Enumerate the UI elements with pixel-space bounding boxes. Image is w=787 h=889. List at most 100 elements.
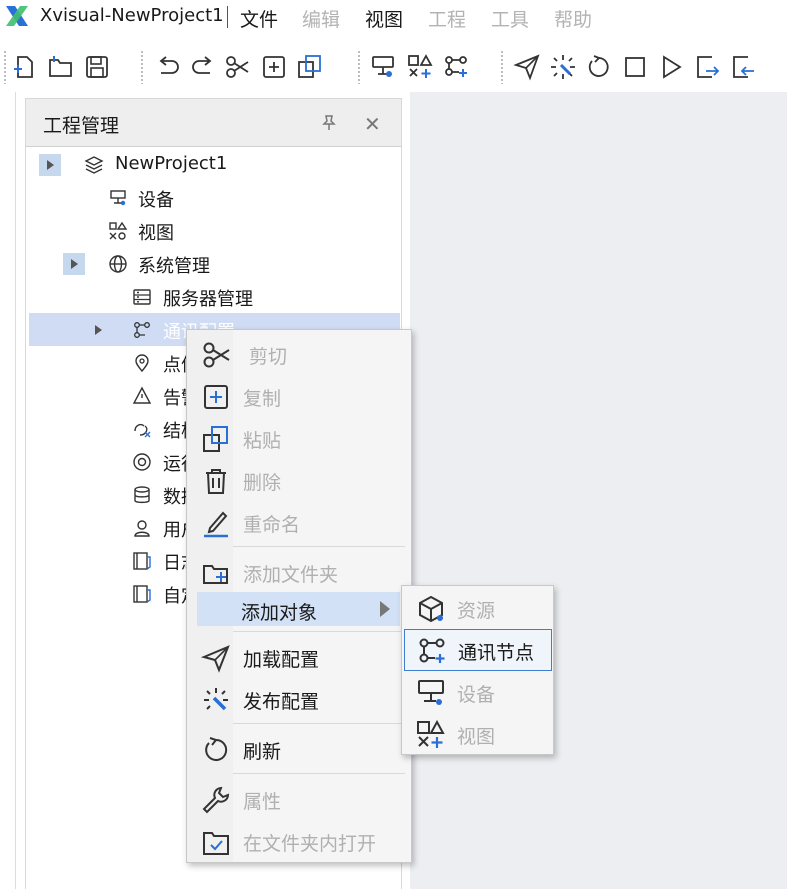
structure-icon bbox=[134, 423, 151, 438]
run-icon[interactable] bbox=[656, 52, 686, 82]
paste-icon[interactable] bbox=[295, 52, 325, 82]
menu-item-label: 发布配置 bbox=[243, 691, 320, 713]
toolbar-grip[interactable] bbox=[500, 50, 504, 84]
menu-item-label: 添加对象 bbox=[241, 602, 318, 624]
menu-item-paste[interactable]: 粘贴 bbox=[187, 418, 411, 458]
device-icon bbox=[110, 190, 126, 206]
app-title: Xvisual-NewProject1 bbox=[40, 5, 224, 26]
cut-icon bbox=[203, 342, 230, 368]
menu-item-properties[interactable]: 属性 bbox=[187, 779, 411, 819]
open-folder-icon[interactable] bbox=[46, 52, 76, 82]
tree-item-label: 视图 bbox=[138, 223, 174, 244]
delete-icon bbox=[206, 469, 226, 494]
menu-project[interactable]: 工程 bbox=[428, 5, 466, 32]
menu-edit[interactable]: 编辑 bbox=[302, 5, 340, 32]
menu-item-cut[interactable]: 剪切 bbox=[187, 334, 411, 374]
menu-item-copy[interactable]: 复制 bbox=[187, 376, 411, 416]
toolbar-grip[interactable] bbox=[140, 50, 144, 84]
tree-item-server[interactable]: 服务器管理 bbox=[26, 280, 401, 313]
menu-separator bbox=[233, 723, 405, 724]
submenu-item-device[interactable]: 设备 bbox=[404, 672, 552, 712]
submenu-item-label: 视图 bbox=[457, 726, 496, 748]
menu-help[interactable]: 帮助 bbox=[554, 5, 592, 32]
menu-item-label: 刷新 bbox=[243, 741, 282, 763]
menu-item-open-in-folder[interactable]: 在文件夹内打开 bbox=[187, 821, 411, 861]
menu-item-label: 剪切 bbox=[249, 346, 288, 368]
tree-item-label: NewProject1 bbox=[115, 153, 228, 174]
load-config-icon[interactable] bbox=[512, 52, 542, 82]
publish-icon[interactable] bbox=[548, 52, 578, 82]
toolbar-grip[interactable] bbox=[3, 50, 7, 84]
redo-icon[interactable] bbox=[188, 52, 218, 82]
menu-item-add-object[interactable]: 添加对象 bbox=[197, 592, 400, 626]
menu-item-refresh[interactable]: 刷新 bbox=[187, 729, 411, 769]
menu-tools[interactable]: 工具 bbox=[491, 5, 529, 32]
comm-node-icon bbox=[134, 322, 150, 338]
submenu-item-view[interactable]: 视图 bbox=[404, 714, 552, 754]
dock-edge bbox=[15, 92, 16, 889]
menu-item-add-folder[interactable]: 添加文件夹 bbox=[187, 552, 411, 592]
submenu-item-resource[interactable]: 资源 bbox=[404, 588, 552, 628]
alarm-icon bbox=[132, 386, 152, 404]
pin-icon[interactable] bbox=[319, 114, 337, 132]
xvisual-logo-icon bbox=[6, 6, 28, 26]
tree-item-label: 服务器管理 bbox=[163, 289, 253, 310]
import-icon[interactable] bbox=[728, 52, 758, 82]
panel-title: 工程管理 bbox=[43, 115, 120, 137]
context-menu: 剪切 复制 粘贴 删除 重命名 添加文件夹 添加对象 加载配置 发布配置 刷新 bbox=[186, 329, 412, 863]
view-icon bbox=[109, 221, 128, 240]
copy-icon[interactable] bbox=[259, 52, 289, 82]
stop-icon[interactable] bbox=[620, 52, 650, 82]
tree-item-view[interactable]: 视图 bbox=[26, 214, 401, 247]
workspace-area[interactable] bbox=[410, 92, 787, 889]
expand-arrow-icon[interactable] bbox=[87, 319, 109, 341]
tree-item-project[interactable]: NewProject1 bbox=[26, 148, 401, 181]
menu-item-rename[interactable]: 重命名 bbox=[187, 502, 411, 542]
undo-icon[interactable] bbox=[153, 52, 183, 82]
menu-item-label: 加载配置 bbox=[243, 649, 320, 671]
menu-item-load-config[interactable]: 加载配置 bbox=[187, 637, 411, 677]
device-icon[interactable] bbox=[368, 52, 398, 82]
menu-item-delete[interactable]: 删除 bbox=[187, 460, 411, 500]
cut-icon[interactable] bbox=[223, 52, 253, 82]
expand-arrow-icon[interactable] bbox=[63, 253, 85, 275]
submenu-item-comm-node[interactable]: 通讯节点 bbox=[404, 629, 552, 671]
submenu-item-label: 资源 bbox=[457, 600, 496, 622]
tree-item-label: 系统管理 bbox=[138, 256, 210, 277]
tree-item-system[interactable]: 系统管理 bbox=[26, 247, 401, 280]
refresh-icon[interactable] bbox=[584, 52, 614, 82]
comm-node-icon bbox=[419, 638, 445, 663]
cube-icon bbox=[419, 595, 443, 623]
view-icon[interactable] bbox=[405, 52, 435, 82]
globe-icon bbox=[109, 255, 127, 273]
submenu-item-label: 设备 bbox=[457, 684, 496, 706]
menu-item-label: 复制 bbox=[243, 388, 282, 410]
export-icon[interactable] bbox=[692, 52, 722, 82]
server-icon bbox=[133, 289, 151, 305]
publish-icon bbox=[204, 688, 228, 711]
location-icon bbox=[135, 354, 149, 373]
toolbar-grip[interactable] bbox=[357, 50, 361, 84]
menu-item-label: 删除 bbox=[243, 472, 282, 494]
save-icon[interactable] bbox=[82, 52, 112, 82]
menu-view[interactable]: 视图 bbox=[365, 5, 403, 32]
paste-icon bbox=[203, 426, 228, 452]
add-object-submenu: 资源 通讯节点 设备 视图 bbox=[401, 585, 554, 755]
tree-item-device[interactable]: 设备 bbox=[26, 181, 401, 214]
title-bar: Xvisual-NewProject1 文件 编辑 视图 工程 工具 帮助 bbox=[0, 0, 787, 34]
refresh-icon bbox=[205, 737, 228, 761]
comm-node-icon[interactable] bbox=[441, 52, 471, 82]
user-icon bbox=[134, 520, 150, 537]
expand-arrow-icon[interactable] bbox=[39, 154, 61, 176]
menu-item-label: 重命名 bbox=[243, 514, 301, 536]
wrench-icon bbox=[202, 786, 230, 814]
title-separator bbox=[227, 6, 228, 28]
menu-separator bbox=[233, 773, 405, 774]
new-file-icon[interactable] bbox=[10, 52, 40, 82]
submenu-item-label: 通讯节点 bbox=[458, 642, 535, 664]
menu-separator bbox=[233, 546, 405, 547]
menu-item-label: 在文件夹内打开 bbox=[243, 833, 377, 855]
menu-file[interactable]: 文件 bbox=[240, 5, 278, 32]
close-icon[interactable]: ✕ bbox=[364, 112, 381, 136]
menu-item-publish[interactable]: 发布配置 bbox=[187, 679, 411, 719]
